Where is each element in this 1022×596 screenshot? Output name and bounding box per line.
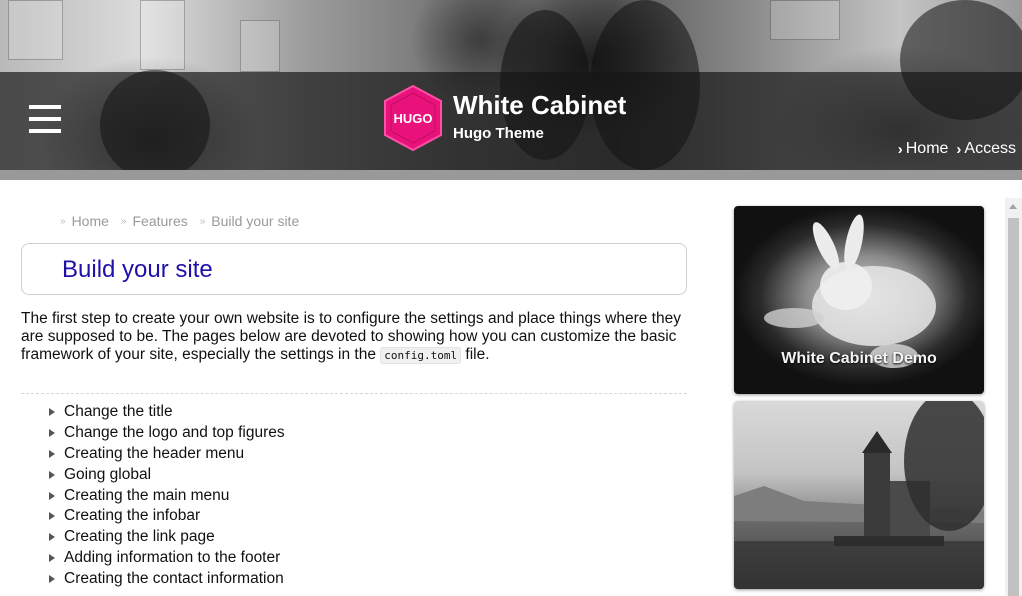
header-bottom-strip: [0, 170, 1022, 180]
top-nav-home-label: Home: [905, 140, 949, 157]
list-item-label: Creating the infobar: [64, 507, 201, 525]
triangle-right-icon: [49, 449, 55, 458]
triangle-right-icon: [49, 491, 55, 500]
breadcrumb-current: Build your site: [211, 213, 300, 229]
header-band: [0, 72, 1022, 170]
scrollbar-thumb[interactable]: [1008, 218, 1019, 596]
double-chevron-icon: »: [120, 215, 127, 227]
list-item-label: Creating the main menu: [64, 486, 230, 504]
scroll-up-arrow-icon[interactable]: [1009, 204, 1017, 209]
list-item-label: Going global: [64, 465, 152, 483]
list-item[interactable]: Change the logo and top figures: [49, 423, 285, 444]
site-title[interactable]: White Cabinet: [453, 90, 626, 121]
banner-window-shape: [140, 0, 185, 70]
list-item-label: Change the logo and top figures: [64, 424, 285, 442]
list-item[interactable]: Creating the header menu: [49, 444, 285, 465]
breadcrumb-item: » Features: [121, 213, 200, 229]
breadcrumb: » Home » Features » Build your site: [60, 213, 299, 229]
banner-window-shape: [240, 20, 280, 72]
list-item[interactable]: Creating the link page: [49, 527, 285, 548]
banner-window-shape: [770, 0, 840, 40]
list-item-label: Change the title: [64, 403, 173, 421]
double-chevron-icon: »: [199, 215, 206, 227]
list-item[interactable]: Creating the contact information: [49, 568, 285, 589]
list-item[interactable]: Adding information to the footer: [49, 548, 285, 569]
subpage-list: Change the title Change the logo and top…: [49, 402, 285, 589]
chevron-right-icon: ›: [956, 140, 962, 158]
vertical-scrollbar[interactable]: [1005, 198, 1022, 596]
banner-window-shape: [8, 0, 63, 60]
content-divider: [21, 393, 687, 394]
list-item[interactable]: Change the title: [49, 402, 285, 423]
sidebar-demo-image[interactable]: White Cabinet Demo: [734, 206, 984, 394]
triangle-right-icon: [49, 574, 55, 583]
demo-caption: White Cabinet Demo: [781, 350, 937, 367]
top-nav-access[interactable]: › Access: [956, 140, 1016, 158]
breadcrumb-link-features[interactable]: Features: [132, 213, 187, 229]
list-item-label: Creating the contact information: [64, 569, 284, 587]
sidebar-castle-image[interactable]: [734, 401, 984, 589]
triangle-right-icon: [49, 470, 55, 479]
double-chevron-icon: »: [60, 215, 66, 227]
top-nav: › Home › Access: [898, 140, 1016, 158]
intro-paragraph: The first step to create your own websit…: [21, 310, 691, 365]
chevron-right-icon: ›: [897, 140, 903, 158]
list-item-label: Creating the header menu: [64, 444, 245, 462]
triangle-right-icon: [49, 553, 55, 562]
list-item-label: Adding information to the footer: [64, 548, 281, 566]
list-item[interactable]: Creating the main menu: [49, 485, 285, 506]
triangle-right-icon: [49, 408, 55, 417]
header-banner: HUGO White Cabinet Hugo Theme › Home › A…: [0, 0, 1022, 180]
list-item[interactable]: Creating the infobar: [49, 506, 285, 527]
intro-text-start: The first step to create your own websit…: [21, 310, 681, 363]
triangle-right-icon: [49, 429, 55, 438]
triangle-right-icon: [49, 533, 55, 542]
hugo-logo[interactable]: HUGO: [382, 84, 444, 152]
page-title-box: Build your site: [21, 243, 687, 295]
triangle-right-icon: [49, 512, 55, 521]
intro-text-end: file.: [461, 346, 490, 363]
page-title: Build your site: [62, 256, 213, 283]
castle-lake-illustration: [734, 401, 984, 589]
breadcrumb-item: » Build your site: [200, 213, 300, 229]
top-nav-home[interactable]: › Home: [898, 140, 949, 158]
top-nav-access-label: Access: [964, 140, 1016, 157]
breadcrumb-item: » Home: [60, 213, 121, 229]
hamburger-menu-icon[interactable]: [29, 105, 61, 135]
list-item[interactable]: Going global: [49, 464, 285, 485]
config-file-code: config.toml: [380, 347, 462, 364]
list-item-label: Creating the link page: [64, 528, 215, 546]
site-subtitle: Hugo Theme: [453, 125, 544, 142]
logo-text: HUGO: [394, 111, 433, 126]
breadcrumb-link-home[interactable]: Home: [72, 213, 109, 229]
